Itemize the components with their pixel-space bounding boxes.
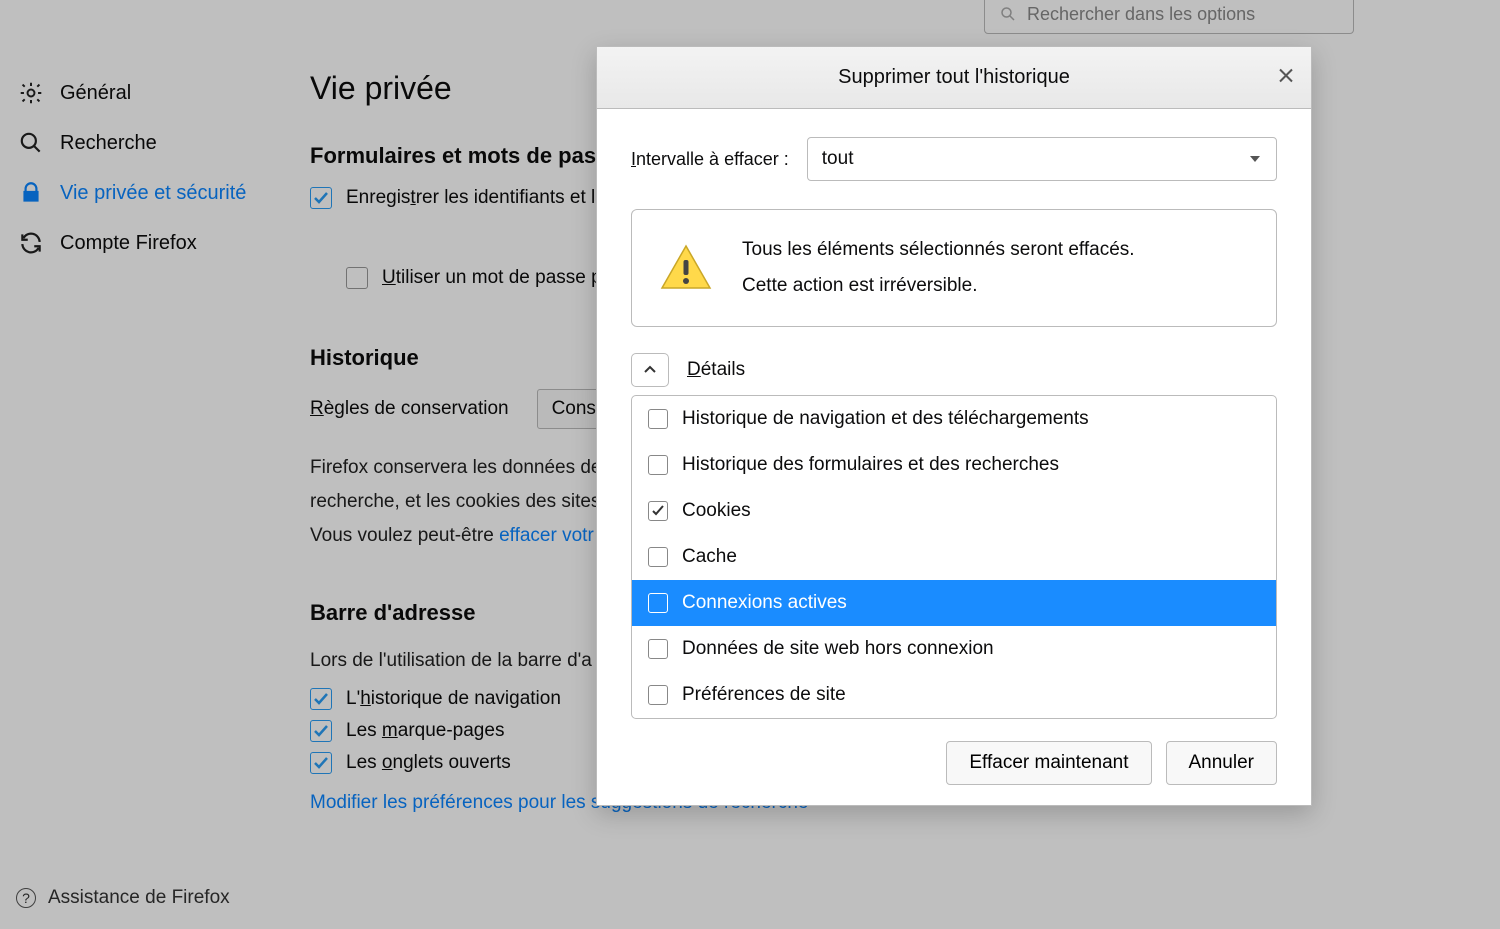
details-label: Détails <box>687 359 745 381</box>
checkbox-icon <box>648 593 668 613</box>
check-item-label: Données de site web hors connexion <box>682 638 994 660</box>
chevron-up-icon <box>631 353 669 387</box>
checkbox-icon <box>648 455 668 475</box>
dialog-footer: Effacer maintenant Annuler <box>631 741 1277 785</box>
range-label: Intervalle à effacer : <box>631 149 789 170</box>
cancel-button[interactable]: Annuler <box>1166 741 1278 785</box>
chevron-down-icon <box>1248 152 1262 166</box>
dialog-title: Supprimer tout l'historique <box>838 66 1070 89</box>
check-item-label: Cache <box>682 546 737 568</box>
checkbox-icon <box>648 685 668 705</box>
clear-history-dialog: Supprimer tout l'historique Intervalle à… <box>596 46 1312 806</box>
details-toggle[interactable]: Détails <box>631 353 1277 387</box>
clear-now-button[interactable]: Effacer maintenant <box>946 741 1151 785</box>
check-item-active-logins[interactable]: Connexions actives <box>632 580 1276 626</box>
checkbox-icon <box>648 639 668 659</box>
check-item-site-prefs[interactable]: Préférences de site <box>632 672 1276 718</box>
close-icon <box>1277 66 1295 84</box>
check-item-label: Connexions actives <box>682 592 847 614</box>
check-item-label: Préférences de site <box>682 684 846 706</box>
checkbox-icon <box>648 547 668 567</box>
check-item-cookies[interactable]: Cookies <box>632 488 1276 534</box>
check-item-label: Cookies <box>682 500 751 522</box>
check-item-form-history[interactable]: Historique des formulaires et des recher… <box>632 442 1276 488</box>
range-value: tout <box>822 148 854 170</box>
checkbox-icon <box>648 409 668 429</box>
warning-box: Tous les éléments sélectionnés seront ef… <box>631 209 1277 327</box>
range-row: Intervalle à effacer : tout <box>631 137 1277 181</box>
close-button[interactable] <box>1277 66 1295 89</box>
range-select[interactable]: tout <box>807 137 1277 181</box>
warning-text: Tous les éléments sélectionnés seront ef… <box>742 232 1135 304</box>
check-item-nav-history[interactable]: Historique de navigation et des téléchar… <box>632 396 1276 442</box>
dialog-header: Supprimer tout l'historique <box>597 47 1311 109</box>
checkbox-icon <box>648 501 668 521</box>
warning-icon <box>658 240 714 296</box>
check-item-label: Historique de navigation et des téléchar… <box>682 408 1089 430</box>
check-item-cache[interactable]: Cache <box>632 534 1276 580</box>
details-checklist: Historique de navigation et des téléchar… <box>631 395 1277 719</box>
check-item-offline-data[interactable]: Données de site web hors connexion <box>632 626 1276 672</box>
check-item-label: Historique des formulaires et des recher… <box>682 454 1059 476</box>
